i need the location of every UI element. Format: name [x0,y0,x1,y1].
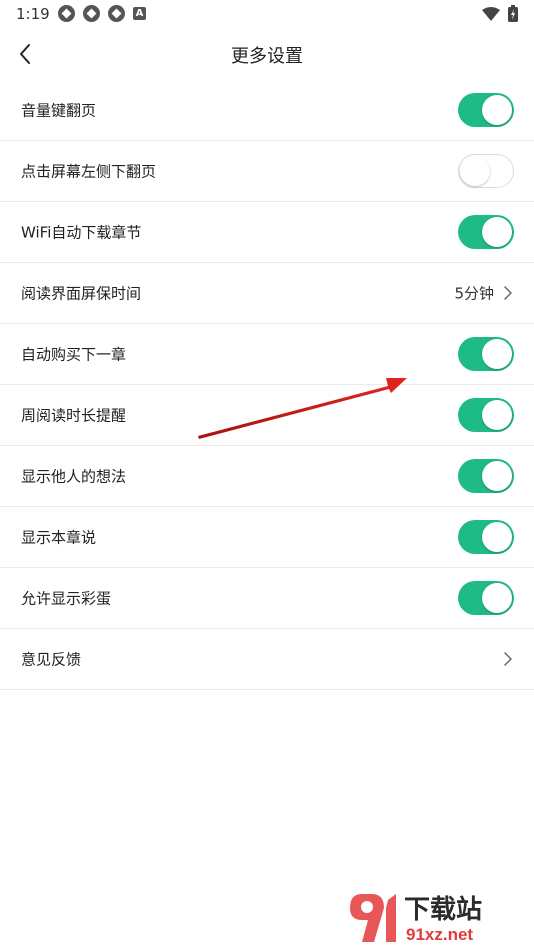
a-icon: A [133,7,146,20]
setting-row-volume-key-page-turn[interactable]: 音量键翻页 [0,80,534,141]
chevron-right-icon [504,652,512,666]
setting-row-show-chapter-comments[interactable]: 显示本章说 [0,507,534,568]
setting-label: 显示他人的想法 [21,467,127,486]
setting-label: 点击屏幕左侧下翻页 [21,162,157,181]
setting-label: 意见反馈 [21,650,82,669]
toggle-knob [482,217,512,247]
toggle-knob [482,95,512,125]
setting-row-weekly-reading-reminder[interactable]: 周阅读时长提醒 [0,385,534,446]
toggle-knob [482,583,512,613]
settings-list: 音量键翻页 点击屏幕左侧下翻页 WiFi自动下载章节 阅读界面屏保时间 5分钟 … [0,80,534,690]
setting-label: 音量键翻页 [21,101,97,120]
toggle-knob [482,522,512,552]
page-title: 更多设置 [231,46,303,67]
setting-row-tap-left-page-turn[interactable]: 点击屏幕左侧下翻页 [0,141,534,202]
status-bar: 1:19 A [0,0,534,28]
setting-row-auto-buy-next-chapter[interactable]: 自动购买下一章 [0,324,534,385]
setting-row-feedback[interactable]: 意见反馈 [0,629,534,690]
setting-label: 允许显示彩蛋 [21,589,112,608]
toggle-knob [482,461,512,491]
toggle-switch[interactable] [458,93,514,127]
system-icons [482,5,518,22]
setting-label: 自动购买下一章 [21,345,127,364]
setting-row-show-others-thoughts[interactable]: 显示他人的想法 [0,446,534,507]
toggle-switch[interactable] [458,215,514,249]
chevron-right-icon [504,286,512,300]
notification-icons: A [58,5,146,22]
toggle-switch[interactable] [458,581,514,615]
toggle-knob [482,400,512,430]
setting-value: 5分钟 [454,284,494,303]
toggle-switch[interactable] [458,398,514,432]
watermark-text-bottom: 91xz.net [406,925,473,944]
setting-row-screensaver-time[interactable]: 阅读界面屏保时间 5分钟 [0,263,534,324]
gear-icon [108,5,125,22]
setting-label: 阅读界面屏保时间 [21,284,142,303]
gear-icon [83,5,100,22]
toggle-knob [460,155,490,186]
toggle-knob [482,339,512,369]
watermark-logo: 下载站 91xz.net [350,894,482,944]
status-time: 1:19 [16,5,50,23]
toggle-switch[interactable] [458,154,514,188]
setting-label: 显示本章说 [21,528,97,547]
toggle-switch[interactable] [458,337,514,371]
toggle-switch[interactable] [458,459,514,493]
gear-icon [58,5,75,22]
toggle-switch[interactable] [458,520,514,554]
setting-row-allow-easter-eggs[interactable]: 允许显示彩蛋 [0,568,534,629]
wifi-icon [482,6,500,21]
watermark-text-top: 下载站 [404,894,482,924]
battery-icon [508,5,518,22]
header: 更多设置 [0,28,534,80]
setting-label: WiFi自动下载章节 [21,223,142,242]
setting-row-wifi-auto-download[interactable]: WiFi自动下载章节 [0,202,534,263]
setting-label: 周阅读时长提醒 [21,406,127,425]
